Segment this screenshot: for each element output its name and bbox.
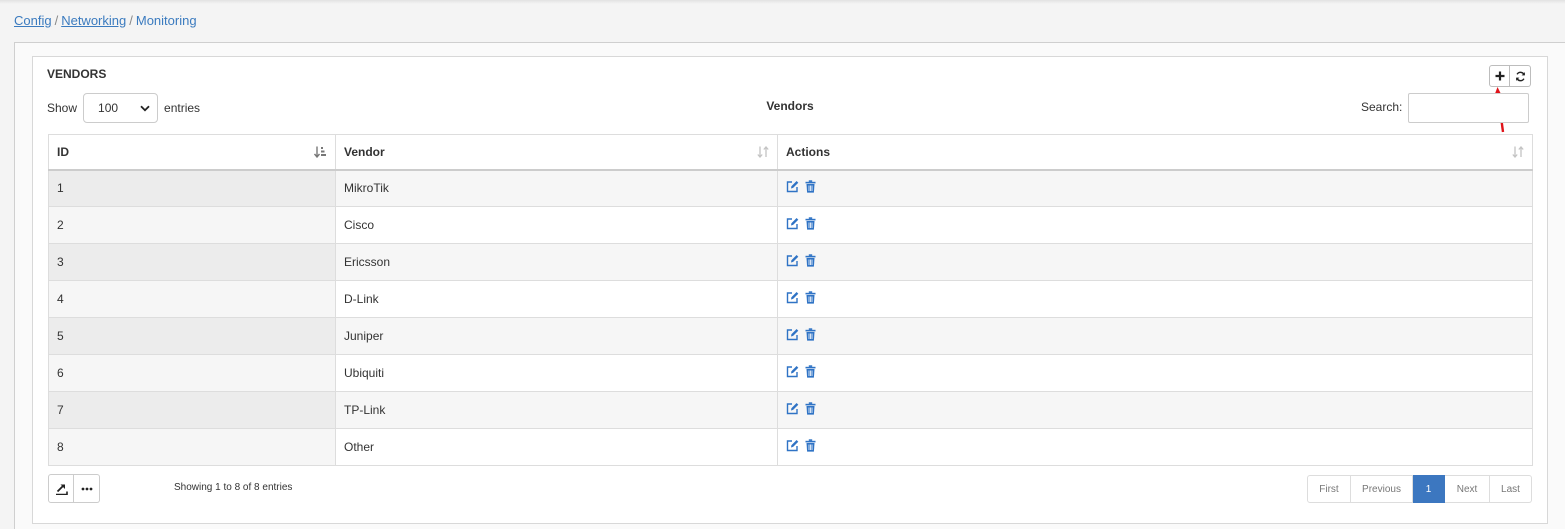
table-row: 3 Ericsson	[48, 243, 1533, 281]
column-header-id[interactable]: ID	[48, 134, 336, 171]
cell-actions	[777, 280, 1533, 318]
pagination-first[interactable]: First	[1307, 475, 1351, 503]
table-row: 6 Ubiquiti	[48, 354, 1533, 392]
sort-ascending-icon	[314, 146, 326, 158]
table-header-row: ID Vendor Actions	[48, 134, 1533, 171]
panel-toolbar	[1489, 65, 1531, 87]
trash-icon[interactable]	[805, 328, 816, 344]
trash-icon[interactable]	[805, 365, 816, 381]
more-options-button[interactable]	[74, 474, 100, 503]
show-label: Show	[47, 101, 78, 115]
entries-label: entries	[164, 101, 201, 115]
cell-vendor: Juniper	[335, 317, 778, 355]
edit-icon[interactable]	[786, 180, 799, 196]
cell-id: 2	[48, 206, 336, 244]
cell-vendor: Cisco	[335, 206, 778, 244]
trash-icon[interactable]	[805, 402, 816, 418]
search-input[interactable]	[1408, 93, 1529, 123]
length-control: Show 100 entries	[47, 93, 200, 123]
table-row: 2 Cisco	[48, 206, 1533, 244]
cell-vendor: Ubiquiti	[335, 354, 778, 392]
cell-id: 6	[48, 354, 336, 392]
table-row: 8 Other	[48, 428, 1533, 466]
sort-icon	[757, 146, 769, 158]
export-icon	[55, 483, 68, 495]
table-row: 7 TP-Link	[48, 391, 1533, 429]
cell-vendor: TP-Link	[335, 391, 778, 429]
table-row: 5 Juniper	[48, 317, 1533, 355]
edit-icon[interactable]	[786, 439, 799, 455]
edit-icon[interactable]	[786, 365, 799, 381]
search-label: Search:	[1361, 100, 1403, 114]
cell-id: 7	[48, 391, 336, 429]
edit-icon[interactable]	[786, 328, 799, 344]
breadcrumb-current: Monitoring	[135, 13, 197, 28]
top-shadow	[0, 0, 1565, 4]
cell-actions	[777, 428, 1533, 466]
cell-id: 3	[48, 243, 336, 281]
entries-select[interactable]: 100	[83, 93, 159, 123]
cell-actions	[777, 243, 1533, 281]
cell-id: 8	[48, 428, 336, 466]
edit-icon[interactable]	[786, 217, 799, 233]
cell-actions	[777, 354, 1533, 392]
cell-vendor: Ericsson	[335, 243, 778, 281]
cell-actions	[777, 169, 1533, 207]
vendors-table: ID Vendor Actions 1 MikroTik 2 Cisco 3 Ericss…	[48, 134, 1533, 466]
table-row: 1 MikroTik	[48, 169, 1533, 207]
table-row: 4 D-Link	[48, 280, 1533, 318]
column-header-actions[interactable]: Actions	[777, 134, 1533, 171]
entries-select-value: 100	[98, 101, 119, 115]
pagination-last[interactable]: Last	[1490, 475, 1532, 503]
pagination: First Previous 1 Next Last	[1307, 475, 1532, 503]
pagination-previous[interactable]: Previous	[1351, 475, 1413, 503]
cell-actions	[777, 317, 1533, 355]
export-button[interactable]	[48, 474, 74, 503]
trash-icon[interactable]	[805, 180, 816, 196]
cell-actions	[777, 391, 1533, 429]
plus-icon	[1495, 71, 1504, 81]
cell-actions	[777, 206, 1533, 244]
trash-icon[interactable]	[805, 254, 816, 270]
sort-icon	[1512, 146, 1524, 158]
column-header-vendor[interactable]: Vendor	[335, 134, 778, 171]
table-tools	[48, 474, 100, 503]
table-info: Showing 1 to 8 of 8 entries	[174, 482, 293, 493]
edit-icon[interactable]	[786, 291, 799, 307]
cell-vendor: Other	[335, 428, 778, 466]
cell-vendor: D-Link	[335, 280, 778, 318]
pagination-page-1[interactable]: 1	[1413, 475, 1445, 503]
cell-id: 1	[48, 169, 336, 207]
refresh-icon	[1515, 71, 1525, 81]
add-vendor-button[interactable]	[1489, 65, 1510, 87]
breadcrumb-networking[interactable]: Networking	[61, 13, 126, 28]
cell-id: 4	[48, 280, 336, 318]
edit-icon[interactable]	[786, 402, 799, 418]
cell-id: 5	[48, 317, 336, 355]
panel-title: VENDORS	[47, 67, 107, 81]
chevron-down-icon	[140, 105, 150, 111]
table-caption: Vendors	[766, 99, 814, 113]
pagination-next[interactable]: Next	[1445, 475, 1490, 503]
trash-icon[interactable]	[805, 291, 816, 307]
breadcrumb: Config / Networking / Monitoring	[14, 13, 197, 28]
trash-icon[interactable]	[805, 217, 816, 233]
trash-icon[interactable]	[805, 439, 816, 455]
refresh-button[interactable]	[1510, 65, 1531, 87]
edit-icon[interactable]	[786, 254, 799, 270]
breadcrumb-config[interactable]: Config	[14, 13, 52, 28]
cell-vendor: MikroTik	[335, 169, 778, 207]
ellipsis-icon	[81, 487, 92, 490]
